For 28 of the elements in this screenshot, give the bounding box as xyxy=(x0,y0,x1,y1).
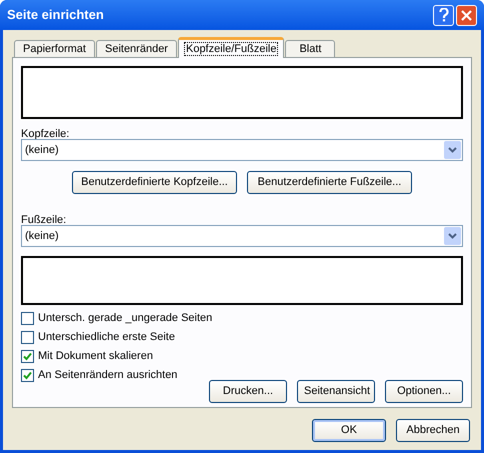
checkbox-label: Unterschiedliche erste Seite xyxy=(38,330,175,346)
checkbox-label: An Seitenrändern ausrichten xyxy=(38,368,178,384)
close-icon xyxy=(461,10,472,20)
button[interactable]: Optionen... xyxy=(385,380,463,403)
button[interactable]: Benutzerdefinierte Kopfzeile... xyxy=(72,171,237,194)
close-button[interactable] xyxy=(456,4,477,26)
checkbox-label: Mit Dokument skalieren xyxy=(38,349,153,364)
dropdown[interactable]: (keine) xyxy=(21,139,463,161)
tab[interactable]: Papierformat xyxy=(14,40,95,58)
field-label: Kopfzeile: xyxy=(21,127,70,139)
tab[interactable]: Kopfzeile/Fußzeile xyxy=(178,37,284,58)
field-label: Fußzeile: xyxy=(21,213,68,225)
tab[interactable]: Seitenränder xyxy=(96,40,177,58)
checkbox-label: Untersch. gerade _ungerade Seiten xyxy=(38,311,212,326)
button[interactable]: OK xyxy=(312,419,386,442)
button[interactable]: Drucken... xyxy=(209,380,287,403)
checkbox[interactable] xyxy=(21,331,34,344)
checkbox[interactable] xyxy=(21,369,34,382)
checkbox[interactable] xyxy=(21,350,34,363)
dropdown[interactable]: (keine) xyxy=(21,225,463,247)
window-title: Seite einrichten xyxy=(7,6,105,24)
button[interactable]: Seitenansicht xyxy=(297,380,375,403)
help-button[interactable] xyxy=(433,4,454,26)
button[interactable]: Benutzerdefinierte Fußzeile... xyxy=(247,171,412,194)
help-icon xyxy=(438,8,448,22)
checkbox[interactable] xyxy=(21,312,34,325)
button[interactable]: Abbrechen xyxy=(396,419,470,442)
tab[interactable]: Blatt xyxy=(285,40,336,58)
